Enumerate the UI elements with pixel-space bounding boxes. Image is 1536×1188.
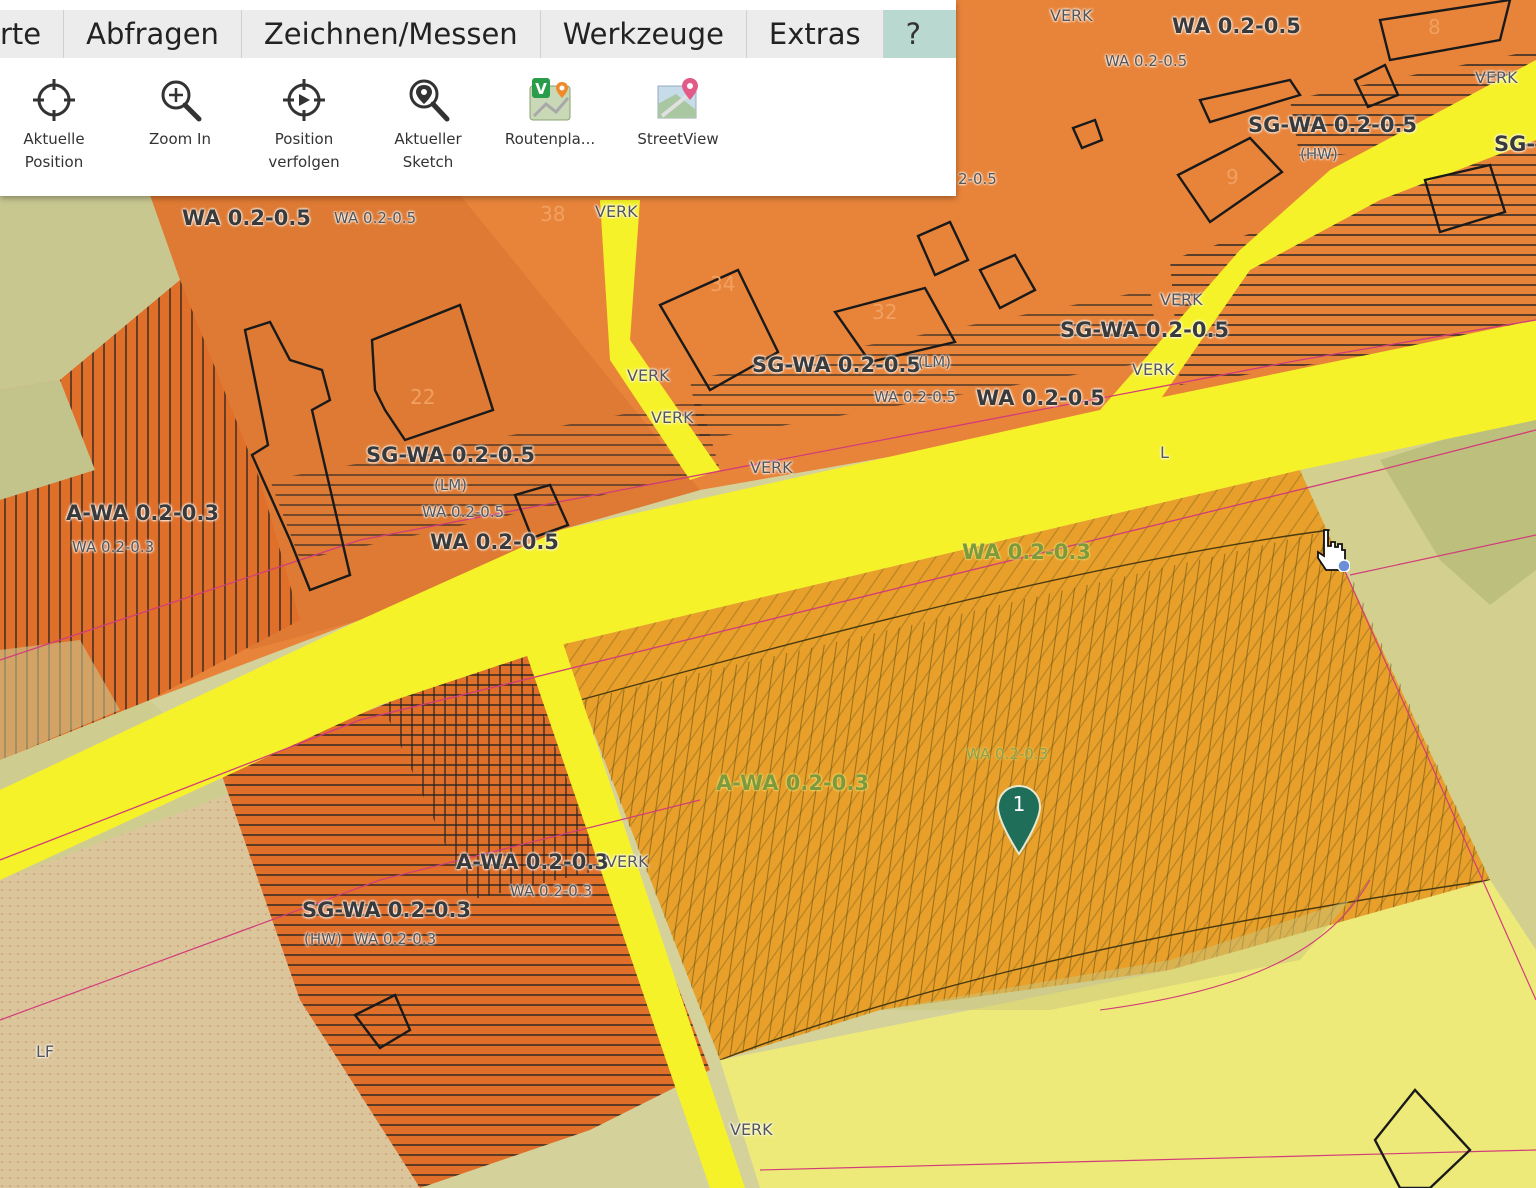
tool-label: verfolgen: [268, 153, 340, 171]
map-marker[interactable]: 1: [996, 784, 1042, 858]
zoom-in-icon: [161, 80, 202, 122]
tool-label: Routenpla...: [504, 130, 596, 148]
menu-extras[interactable]: Extras: [747, 10, 884, 58]
tool-streetview[interactable]: StreetView: [632, 76, 724, 151]
hand-cursor-icon: [1317, 529, 1350, 572]
toolbar-panel: rte Abfragen Zeichnen/Messen Werkzeuge E…: [0, 0, 956, 196]
tool-label: Zoom In: [149, 130, 211, 148]
tool-zoom-in[interactable]: Zoom In: [140, 76, 220, 151]
streetview-icon: [657, 78, 698, 119]
tool-label: Aktuelle: [23, 130, 85, 148]
tool-label: StreetView: [637, 130, 719, 148]
crosshair-icon: [33, 79, 75, 121]
menu-bar: rte Abfragen Zeichnen/Messen Werkzeuge E…: [0, 10, 956, 58]
tool-row: Aktuelle Position Zoom In Position verfo…: [0, 76, 956, 186]
tool-current-position[interactable]: Aktuelle Position: [14, 76, 94, 174]
menu-abfragen[interactable]: Abfragen: [64, 10, 242, 58]
tool-label: Aktueller: [394, 130, 462, 148]
marker-number: 1: [1012, 792, 1026, 816]
route-planner-icon: V: [529, 78, 571, 121]
sketch-search-icon: [409, 79, 450, 122]
track-position-icon: [283, 79, 325, 121]
tool-label: Position: [274, 130, 334, 148]
tool-label: Position: [24, 153, 84, 171]
tool-route-planner[interactable]: V Routenpla...: [500, 76, 600, 151]
menu-help[interactable]: ?: [883, 10, 956, 58]
menu-werkzeuge[interactable]: Werkzeuge: [541, 10, 747, 58]
tool-current-sketch[interactable]: Aktueller Sketch: [388, 76, 468, 174]
menu-zeichnen-messen[interactable]: Zeichnen/Messen: [242, 10, 541, 58]
tool-label: Sketch: [402, 153, 454, 171]
menu-karte[interactable]: rte: [0, 10, 65, 58]
tool-track-position[interactable]: Position verfolgen: [262, 76, 346, 174]
svg-text:V: V: [535, 80, 547, 98]
